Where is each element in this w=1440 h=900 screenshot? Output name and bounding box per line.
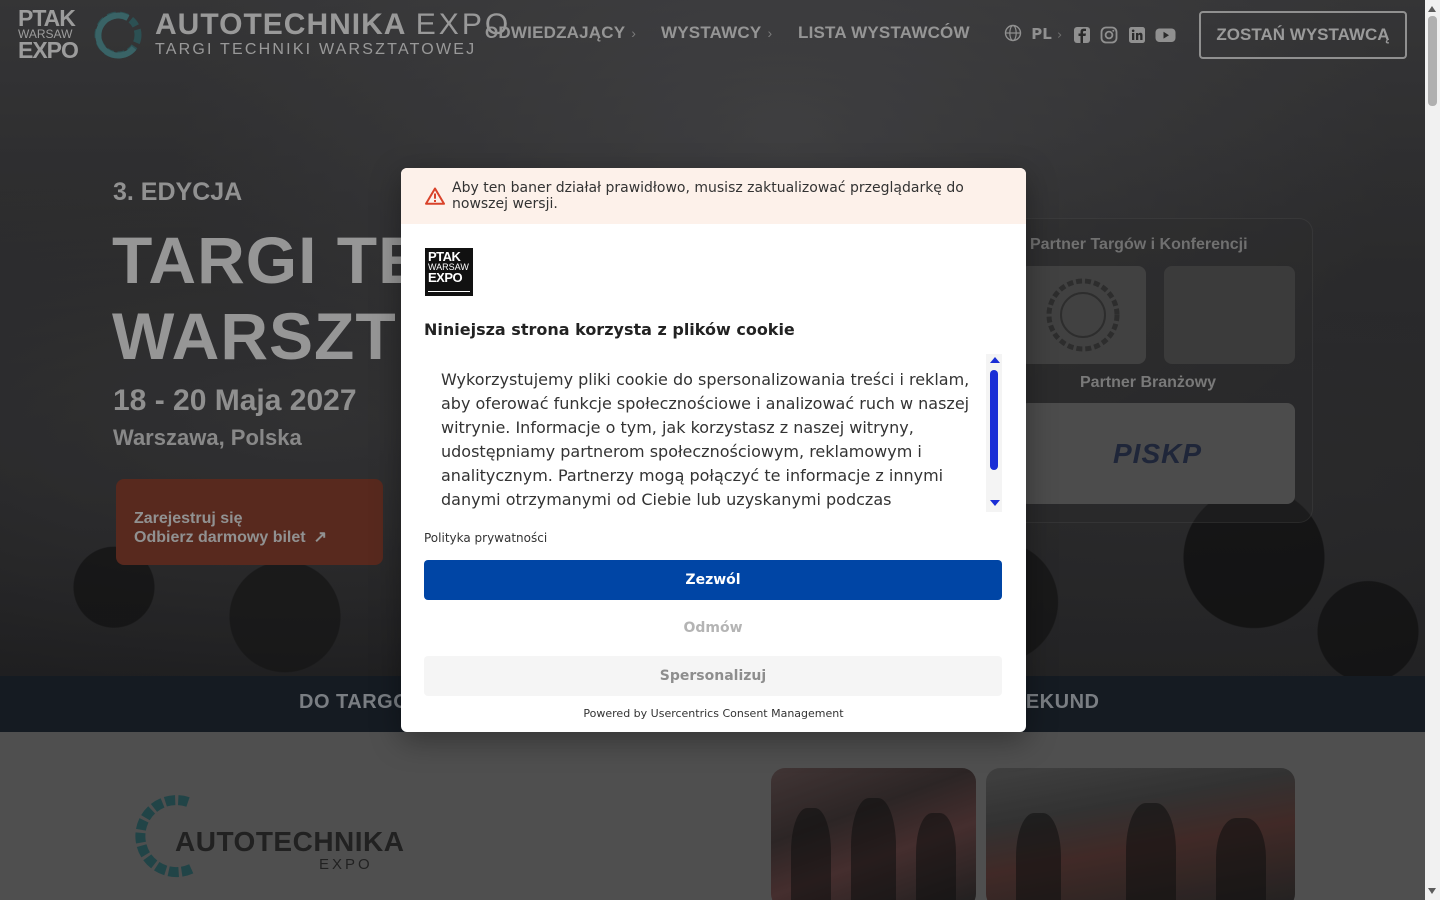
scroll-up-arrow-icon[interactable] xyxy=(990,357,1000,363)
consent-body-scroll[interactable]: Wykorzystujemy pliki cookie do spersonal… xyxy=(424,354,1002,512)
customize-button[interactable]: Spersonalizuj xyxy=(424,656,1002,696)
browser-warning-banner: Aby ten baner działał prawidłowo, musisz… xyxy=(401,168,1026,224)
consent-body-text: Wykorzystujemy pliki cookie do spersonal… xyxy=(441,370,970,509)
consent-title: Niniejsza strona korzysta z plików cooki… xyxy=(424,320,795,339)
page-scrollbar[interactable] xyxy=(1425,0,1440,900)
page-scrollbar-thumb[interactable] xyxy=(1428,16,1437,106)
ptak-consent-logo: PTAK WARSAW EXPO xyxy=(425,248,473,296)
powered-by-text[interactable]: Powered by Usercentrics Consent Manageme… xyxy=(401,707,1026,720)
warning-text: Aby ten baner działał prawidłowo, musisz… xyxy=(452,180,964,212)
scroll-down-arrow-icon[interactable] xyxy=(1428,888,1436,894)
scroll-down-arrow-icon[interactable] xyxy=(990,500,1000,506)
deny-button[interactable]: Odmów xyxy=(424,608,1002,648)
allow-button[interactable]: Zezwól xyxy=(424,560,1002,600)
consent-scrollbar-thumb[interactable] xyxy=(990,370,998,470)
scroll-up-arrow-icon[interactable] xyxy=(1428,6,1436,12)
privacy-policy-link[interactable]: Polityka prywatności xyxy=(424,531,547,545)
warning-icon xyxy=(425,187,445,205)
cookie-consent-dialog: Aby ten baner działał prawidłowo, musisz… xyxy=(401,168,1026,732)
